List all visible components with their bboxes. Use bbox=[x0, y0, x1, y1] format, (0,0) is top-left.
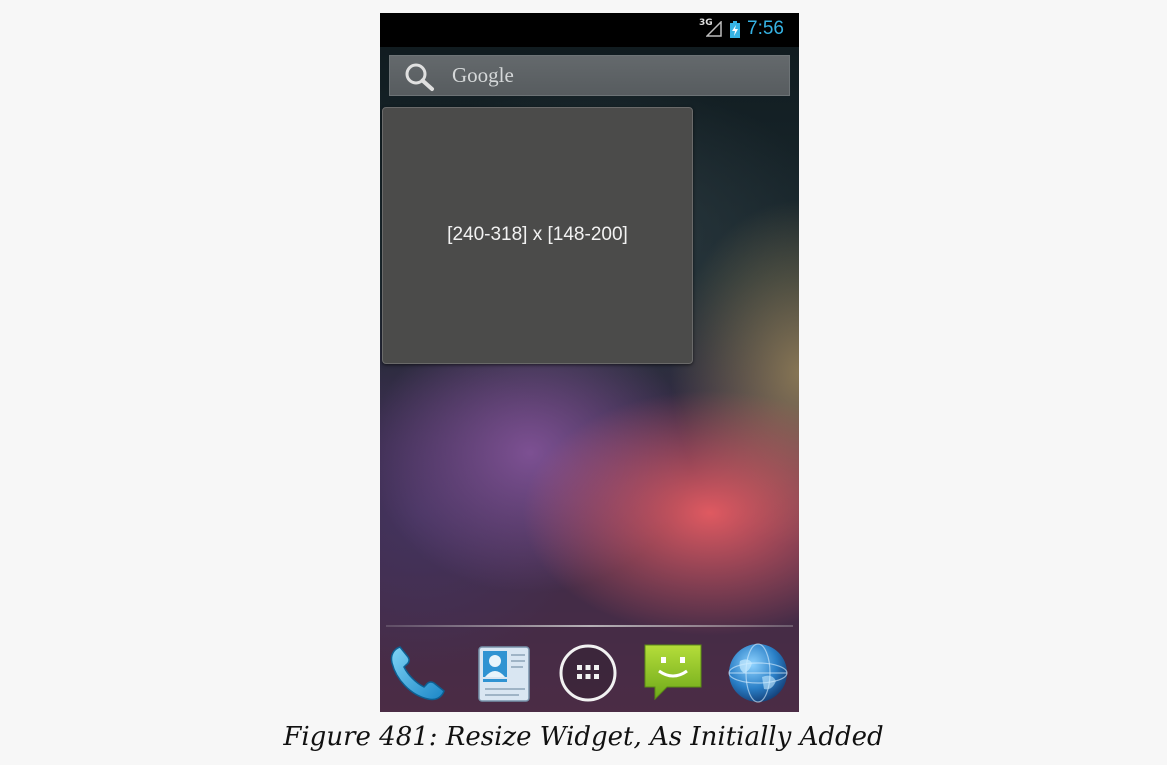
resize-widget[interactable]: [240-318] x [148-200] bbox=[382, 107, 693, 364]
search-icon bbox=[405, 63, 434, 91]
signal-icon bbox=[706, 21, 722, 37]
messaging-icon[interactable] bbox=[641, 641, 705, 705]
contacts-icon[interactable] bbox=[471, 641, 535, 705]
phone-icon[interactable] bbox=[386, 641, 450, 705]
google-search-bar[interactable]: Google bbox=[389, 55, 790, 96]
globe-icon[interactable] bbox=[726, 641, 790, 705]
search-label: Google bbox=[452, 63, 514, 87]
widget-size-text: [240-318] x [148-200] bbox=[447, 224, 628, 245]
status-bar: 3G 7:56 bbox=[380, 13, 799, 47]
page: 3G 7:56 Google [240-318] x [148-200] Fig… bbox=[0, 0, 1167, 765]
app-drawer-icon[interactable] bbox=[556, 641, 620, 705]
battery-charging-icon bbox=[730, 21, 740, 38]
clock: 7:56 bbox=[747, 18, 784, 39]
figure-caption: Figure 481: Resize Widget, As Initially … bbox=[283, 722, 884, 752]
phone-screen: 3G 7:56 Google [240-318] x [148-200] bbox=[380, 13, 799, 712]
dock-divider bbox=[386, 625, 793, 627]
